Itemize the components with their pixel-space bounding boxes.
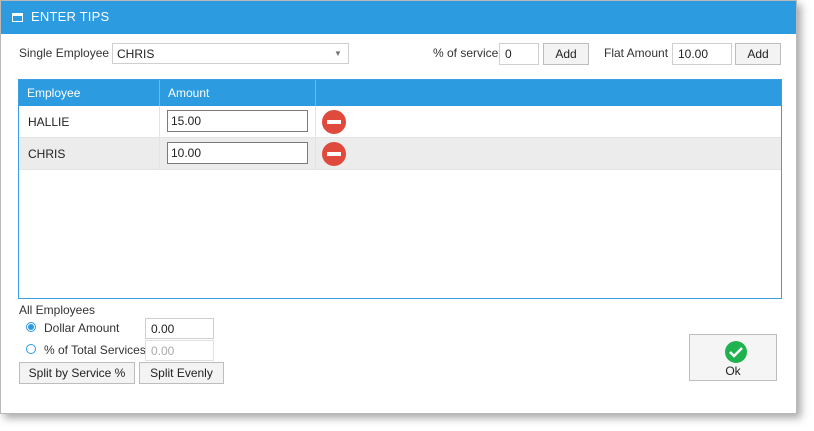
window-icon: [12, 13, 23, 22]
percent-total-radio[interactable]: [26, 344, 36, 354]
employee-cell: HALLIE: [19, 106, 160, 137]
single-employee-select[interactable]: CHRIS ▼: [112, 43, 349, 64]
dollar-amount-radio[interactable]: [26, 322, 36, 332]
single-employee-label: Single Employee: [19, 46, 110, 60]
table-row[interactable]: HALLIE 15.00: [19, 106, 781, 138]
split-evenly-button[interactable]: Split Evenly: [139, 362, 224, 384]
tips-grid: Employee Amount HALLIE 15.00 CHRIS 10.00: [18, 79, 782, 299]
ok-button[interactable]: Ok: [689, 334, 777, 381]
remove-icon[interactable]: [322, 110, 346, 134]
employee-name: HALLIE: [28, 115, 70, 129]
flat-amount-label: Flat Amount: [604, 46, 669, 60]
remove-icon[interactable]: [322, 142, 346, 166]
ok-label: Ok: [725, 364, 741, 378]
grid-header: Employee Amount: [19, 80, 781, 106]
employee-cell: CHRIS: [19, 138, 160, 169]
dollar-amount-input[interactable]: 0.00: [145, 318, 214, 339]
table-row[interactable]: CHRIS 10.00: [19, 138, 781, 170]
amount-cell: 10.00: [160, 138, 316, 169]
amount-input[interactable]: 15.00: [167, 110, 308, 132]
dialog-title: ENTER TIPS: [31, 9, 110, 24]
percent-total-input[interactable]: 0.00: [145, 340, 214, 361]
percent-service-label: % of service: [433, 46, 499, 60]
all-employees-label: All Employees: [19, 303, 96, 317]
add-percent-button[interactable]: Add: [543, 43, 589, 65]
dollar-amount-label: Dollar Amount: [44, 321, 120, 335]
flat-amount-input[interactable]: 10.00: [672, 43, 732, 65]
single-employee-value: CHRIS: [117, 47, 155, 61]
amount-cell: 15.00: [160, 106, 316, 137]
column-header-employee[interactable]: Employee: [19, 80, 160, 106]
check-icon: [725, 341, 747, 363]
split-by-service-button[interactable]: Split by Service %: [19, 362, 135, 384]
column-header-amount[interactable]: Amount: [160, 80, 316, 106]
chevron-down-icon[interactable]: ▼: [331, 47, 345, 60]
add-flat-button[interactable]: Add: [735, 43, 781, 65]
employee-name: CHRIS: [28, 147, 66, 161]
percent-total-label: % of Total Services: [44, 343, 146, 357]
percent-service-input[interactable]: 0: [499, 43, 539, 65]
amount-input[interactable]: 10.00: [167, 142, 308, 164]
title-bar: ENTER TIPS: [1, 1, 796, 34]
enter-tips-dialog: ENTER TIPS Single Employee CHRIS ▼ % of …: [0, 0, 797, 414]
